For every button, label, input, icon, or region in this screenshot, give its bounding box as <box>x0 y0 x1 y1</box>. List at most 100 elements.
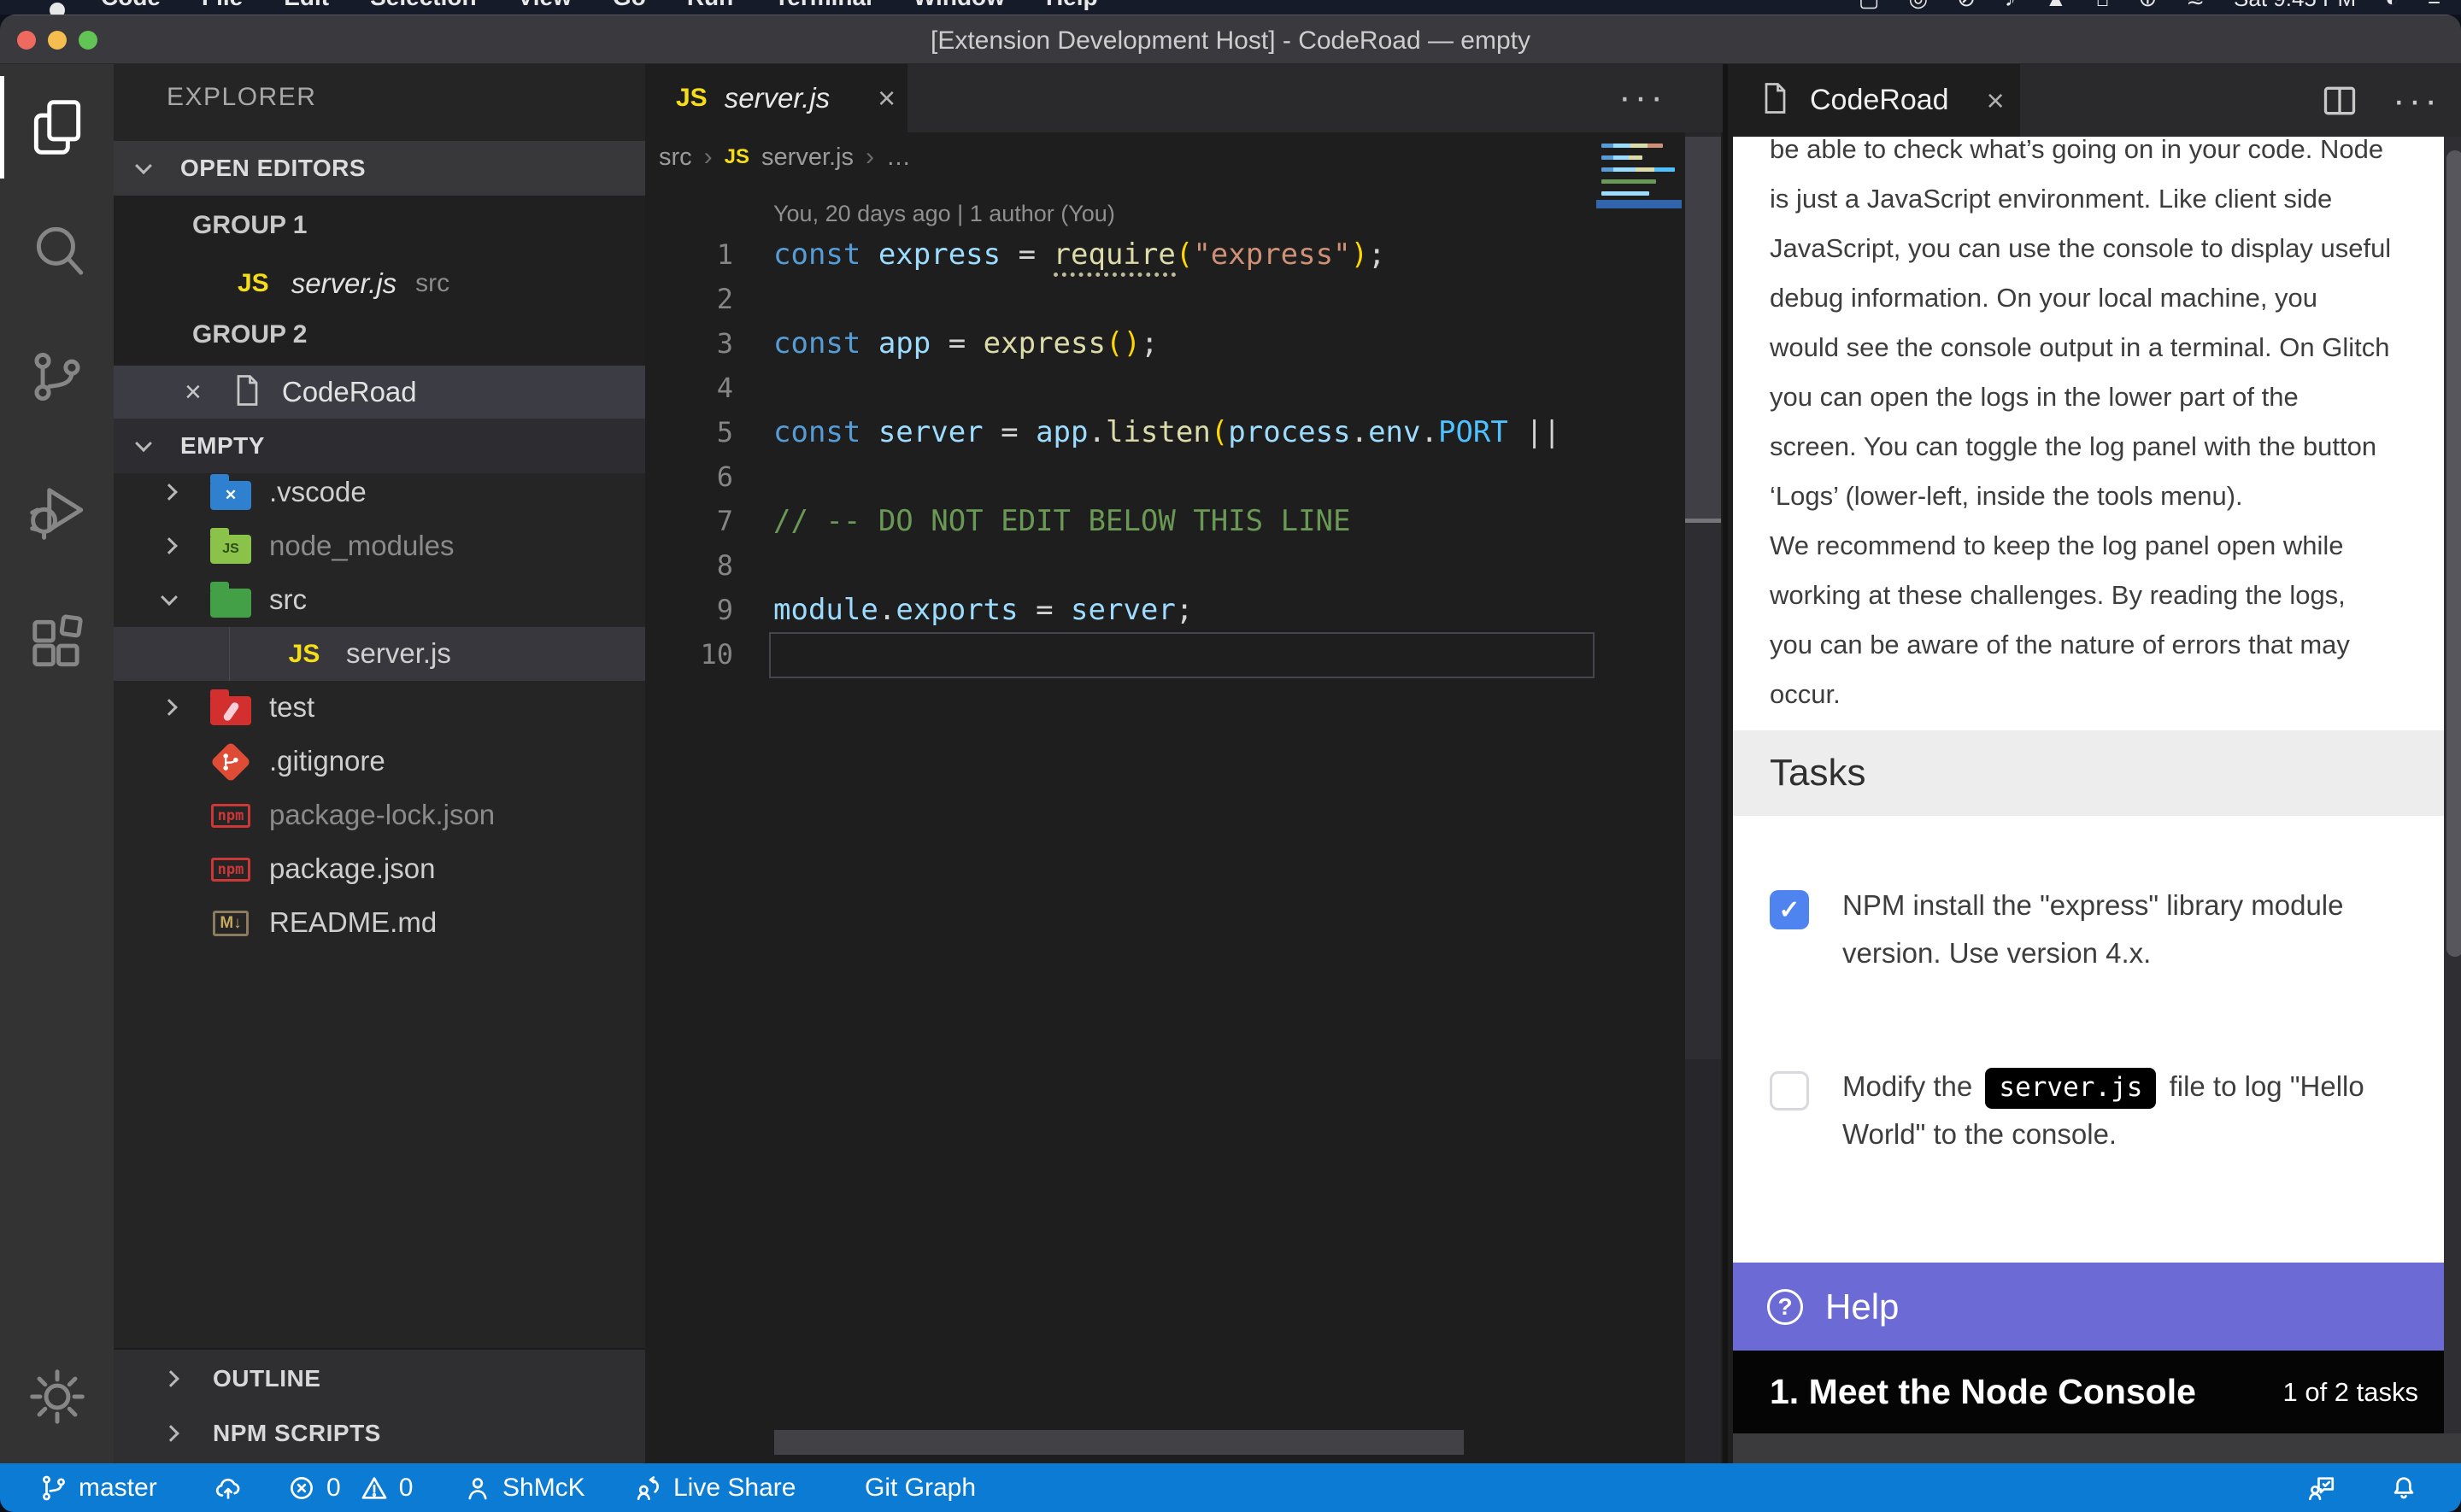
close-tab-icon[interactable]: × <box>1987 83 2005 119</box>
code-line-3[interactable]: 3const app = express(); <box>645 321 1685 366</box>
menu-clock[interactable]: Sat 9:45 PM <box>2234 0 2356 12</box>
sidebar-title: EXPLORER <box>167 83 316 112</box>
codelens-annotation[interactable]: You, 20 days ago | 1 author (You) <box>773 201 1115 227</box>
code-line-2[interactable]: 2 <box>645 277 1685 321</box>
explorer-activity-icon[interactable] <box>0 76 114 179</box>
live-share-icon <box>634 1474 663 1503</box>
menu-file[interactable]: File <box>202 0 243 12</box>
menu-status-icon-1[interactable]: ◎ <box>1909 0 1929 12</box>
menu-help[interactable]: Help <box>1046 0 1098 12</box>
menu-status-icon-7[interactable]: ≋ <box>2186 0 2205 12</box>
code-chip: server.js <box>1985 1068 2156 1109</box>
menu-status-icon-6[interactable]: ⊕ <box>2138 0 2157 12</box>
open-editors-list: GROUP 1 JS server.js src GROUP 2 × CodeR… <box>114 196 645 419</box>
problems-status[interactable]: 0 0 <box>287 1463 413 1512</box>
line-number: 5 <box>645 410 733 454</box>
code-line-5[interactable]: 5const server = app.listen(process.env.P… <box>645 410 1685 454</box>
explorer-sidebar: EXPLORER OPEN EDITORS GROUP 1 JS server.… <box>114 64 645 1463</box>
open-editor-coderoad[interactable]: × CodeRoad <box>114 366 645 419</box>
more-actions-icon[interactable]: ··· <box>2393 79 2440 122</box>
tab-server-js[interactable]: JS server.js × <box>645 64 907 132</box>
breadcrumb[interactable]: src › JS server.js › … <box>659 143 911 172</box>
tree-item-server.js[interactable]: JSserver.js <box>114 627 645 681</box>
webview-scrollbar[interactable] <box>2444 137 2461 1433</box>
menu-selection[interactable]: Selection <box>370 0 476 12</box>
line-number: 2 <box>645 277 733 321</box>
run-debug-activity-icon[interactable] <box>0 459 114 561</box>
scrollbar-thumb[interactable] <box>2446 150 2461 957</box>
status-bar: master 0 0 ShMcK Live Share Git Graph <box>0 1463 2461 1512</box>
tab-coderoad[interactable]: CodeRoad × <box>1733 64 2020 137</box>
code-line-6[interactable]: 6 <box>645 454 1685 499</box>
menu-terminal[interactable]: Terminal <box>774 0 872 12</box>
settings-gear-icon[interactable] <box>0 1345 114 1448</box>
menu-status-icon-3[interactable]: ♪ <box>2005 0 2016 12</box>
menu-status-trailing-icon-0[interactable]: ◐ <box>2385 0 2399 12</box>
close-tab-icon[interactable]: × <box>878 80 896 116</box>
file-icon <box>231 373 261 412</box>
level-footer[interactable]: 1. Meet the Node Console 1 of 2 tasks <box>1733 1351 2444 1433</box>
source-control-activity-icon[interactable] <box>0 325 114 428</box>
sync-changes-button[interactable] <box>214 1463 243 1512</box>
menu-status-icon-0[interactable]: ▢ <box>1859 0 1880 12</box>
account-status[interactable]: ShMcK <box>463 1463 585 1512</box>
menu-window[interactable]: Window <box>913 0 1005 12</box>
javascript-file-icon: JS <box>676 84 708 113</box>
editor-vertical-scrollbar[interactable] <box>1685 132 1721 1463</box>
feedback-button[interactable] <box>2307 1463 2336 1512</box>
task-checkbox-checked[interactable]: ✓ <box>1770 890 1809 929</box>
git-branch-status[interactable]: master <box>39 1463 157 1512</box>
code-line-7[interactable]: 7// -- DO NOT EDIT BELOW THIS LINE <box>645 499 1685 543</box>
menu-edit[interactable]: Edit <box>284 0 329 12</box>
task-checkbox-unchecked[interactable] <box>1770 1071 1809 1111</box>
breadcrumb-src[interactable]: src <box>659 144 692 172</box>
help-section[interactable]: ? Help <box>1733 1263 2444 1351</box>
panel-actions: ··· <box>2321 64 2440 137</box>
markdown-file-icon: M↓ <box>204 906 257 941</box>
editor-horizontal-scrollbar[interactable] <box>774 1430 1464 1455</box>
extensions-activity-icon[interactable] <box>0 592 114 694</box>
test-folder-icon <box>204 691 257 725</box>
code-line-10[interactable]: 10 <box>645 632 1685 677</box>
chevron-right-icon <box>161 699 178 716</box>
search-activity-icon[interactable] <box>0 199 114 302</box>
open-editors-header[interactable]: OPEN EDITORS <box>114 141 645 196</box>
open-editor-server-js[interactable]: JS server.js src <box>114 257 645 310</box>
tree-item-README.md[interactable]: M↓README.md <box>114 896 645 950</box>
code-line-8[interactable]: 8 <box>645 543 1685 588</box>
breadcrumb-file[interactable]: server.js <box>761 144 854 172</box>
editor-actions-more-icon[interactable]: ··· <box>1618 76 1666 119</box>
code-line-9[interactable]: 9module.exports = server; <box>645 588 1685 632</box>
menu-status-icon-5[interactable]: ⌂ <box>2096 0 2110 12</box>
tree-item-node_modules[interactable]: JSnode_modules <box>114 519 645 573</box>
split-editor-icon[interactable] <box>2321 82 2358 120</box>
scrollbar-thumb[interactable] <box>1685 137 1721 521</box>
tutorial-text-line: you can open the logs in the lower part … <box>1770 372 2445 422</box>
line-number: 8 <box>645 543 733 588</box>
notifications-button[interactable] <box>2389 1463 2418 1512</box>
code-line-1[interactable]: 1const express = require("express"); <box>645 232 1685 277</box>
minimap[interactable] <box>1596 137 1682 376</box>
tree-item-.vscode[interactable]: ✕.vscode <box>114 466 645 519</box>
tree-item-test[interactable]: test <box>114 681 645 735</box>
tree-item-src[interactable]: src <box>114 573 645 627</box>
tree-item-package.json[interactable]: npmpackage.json <box>114 842 645 896</box>
code-line-4[interactable]: 4 <box>645 366 1685 410</box>
menu-view[interactable]: View <box>518 0 572 12</box>
tree-item-.gitignore[interactable]: .gitignore <box>114 735 645 788</box>
menu-run[interactable]: Run <box>687 0 733 12</box>
close-icon[interactable]: × <box>185 378 202 407</box>
live-share-button[interactable]: Live Share <box>634 1463 796 1512</box>
menu-status-icon-4[interactable]: ▲ <box>2045 0 2067 12</box>
code-editor[interactable]: 1const express = require("express");23co… <box>645 232 1685 677</box>
menu-status-trailing-icon-1[interactable]: ≡ <box>2428 0 2440 12</box>
menu-status-icon-2[interactable]: ⊘ <box>1957 0 1976 12</box>
menu-code[interactable]: Code <box>101 0 161 12</box>
git-graph-button[interactable]: Git Graph <box>865 1463 976 1512</box>
npm-scripts-section-header[interactable]: NPM SCRIPTS <box>114 1406 645 1461</box>
menu-go[interactable]: Go <box>613 0 646 12</box>
outline-section-header[interactable]: OUTLINE <box>114 1351 645 1406</box>
breadcrumb-symbol[interactable]: … <box>886 144 911 172</box>
tree-item-package-lock.json[interactable]: npmpackage-lock.json <box>114 788 645 842</box>
apple-menu-icon[interactable] <box>50 3 65 15</box>
